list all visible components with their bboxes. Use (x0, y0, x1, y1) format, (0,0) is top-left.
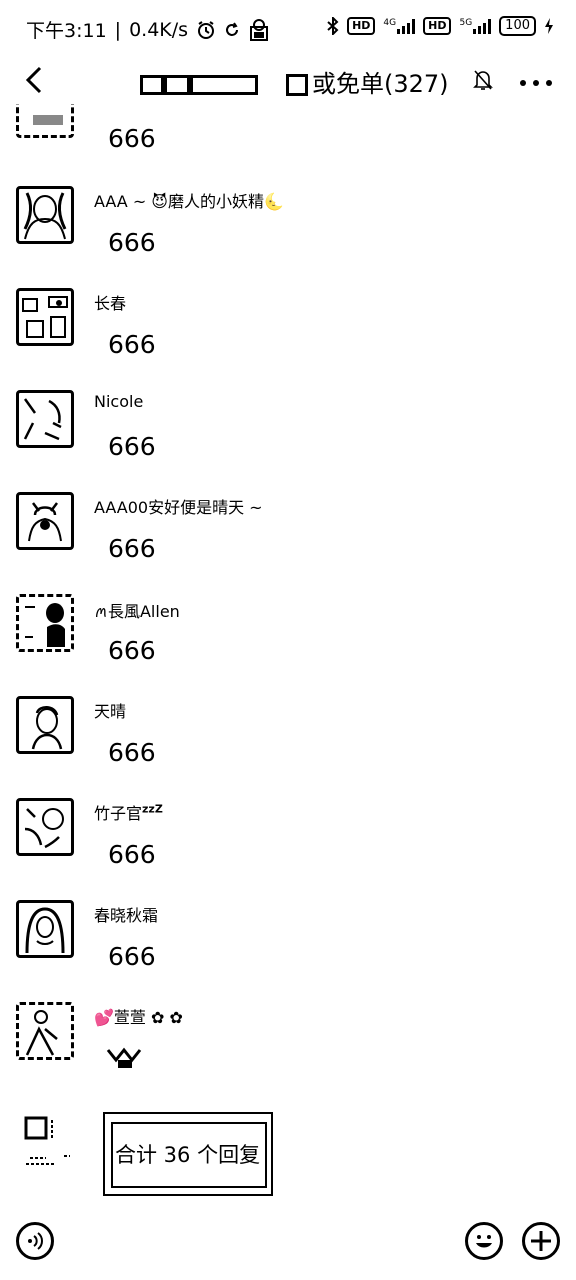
avatar[interactable] (16, 594, 74, 652)
page-title: 或免单(327) (312, 69, 449, 98)
redacted-block-1 (140, 75, 258, 95)
sender-name-main: 竹子官 (94, 804, 143, 823)
message-list[interactable]: 666 AAA ~ 😈磨人的小妖精🌜 666 长春 666 Nicole 666… (0, 104, 576, 1096)
avatar[interactable] (16, 1002, 74, 1060)
back-button[interactable] (18, 60, 54, 100)
sender-name: AAA ~ 😈磨人的小妖精🌜 (94, 192, 284, 211)
message-text: 666 (108, 330, 156, 359)
message-text: 666 (108, 636, 156, 665)
signal-bars-2-icon (473, 18, 492, 34)
message-item: 春晓秋霜 666 (0, 898, 576, 1000)
reply-count-label: 合计 36 个回复 (111, 1122, 267, 1188)
message-item: 长春 666 (0, 286, 576, 388)
emoji-button[interactable] (465, 1222, 503, 1260)
network-speed: 0.4K/s (129, 18, 189, 41)
avatar[interactable] (16, 104, 74, 138)
status-right: HD 4G HD 5G 100 (327, 16, 554, 36)
sender-name: 天晴 (94, 702, 127, 721)
signal-bars-1-icon (397, 18, 416, 34)
notification-app-icon (250, 18, 269, 41)
signal-1: 4G (383, 18, 416, 34)
redacted-block-2 (286, 74, 308, 96)
sender-name: 春晓秋霜 (94, 906, 159, 925)
message-text: 666 (108, 432, 156, 461)
reply-summary-row: 合计 36 个回复 (0, 1108, 576, 1198)
avatar[interactable] (16, 288, 74, 346)
status-left: 下午3:11 | 0.4K/s (26, 16, 270, 43)
avatar[interactable] (24, 1116, 74, 1172)
message-text: 666 (108, 534, 156, 563)
message-item: ꪔ長風Allen 666 (0, 592, 576, 694)
avatar[interactable] (16, 186, 74, 244)
message-item: 天晴 666 (0, 694, 576, 796)
avatar[interactable] (16, 696, 74, 754)
voice-icon (28, 1232, 43, 1250)
message-item: AAA ~ 😈磨人的小妖精🌜 666 (0, 184, 576, 286)
network-type-1: 4G (383, 18, 397, 28)
emoji-icon (476, 1235, 492, 1248)
alarm-icon (198, 20, 215, 39)
sender-name: ꪔ長風Allen (94, 602, 180, 621)
avatar[interactable] (16, 900, 74, 958)
group-title: 或免单(327) (140, 64, 449, 98)
message-text: 666 (108, 124, 156, 153)
reply-count-button[interactable]: 合计 36 个回复 (103, 1112, 273, 1196)
sender-name: AAA00安好便是晴天 ~ (94, 498, 263, 517)
message-item: Nicole 666 (0, 388, 576, 490)
message-text: 666 (108, 228, 156, 257)
message-text: 666 (108, 738, 156, 767)
bluetooth-icon (327, 17, 339, 35)
hd-badge-2: HD (423, 17, 452, 35)
message-item: AAA00安好便是晴天 ~ 666 (0, 490, 576, 592)
avatar[interactable] (16, 390, 74, 448)
status-separator: | (114, 18, 122, 41)
plus-icon (531, 1231, 551, 1251)
network-type-2: 5G (459, 18, 473, 28)
status-bar: 下午3:11 | 0.4K/s HD 4G HD 5G 100 (0, 0, 576, 56)
sticker-icon (106, 1047, 142, 1068)
sender-name: 竹子官zzZ (94, 800, 163, 824)
battery-level: 100 (499, 16, 536, 36)
add-button[interactable] (522, 1222, 560, 1260)
avatar[interactable] (16, 492, 74, 550)
sender-name: 💕萱萱 ✿ ✿ (94, 1008, 183, 1027)
message-item: 💕萱萱 ✿ ✿ (0, 1000, 576, 1096)
charging-icon (545, 18, 553, 34)
more-icon (520, 80, 552, 86)
sync-icon (226, 21, 239, 36)
bell-off-icon (473, 70, 493, 90)
more-button[interactable] (518, 74, 554, 86)
voice-button[interactable] (16, 1222, 54, 1260)
status-time: 下午3:11 (26, 20, 107, 42)
message-item: 竹子官zzZ 666 (0, 796, 576, 898)
signal-2: 5G (459, 18, 492, 34)
chevron-left-icon (25, 66, 42, 94)
sender-name: Nicole (94, 392, 144, 411)
sender-name-suffix: zzZ (142, 802, 163, 816)
avatar[interactable] (16, 798, 74, 856)
message-text: 666 (108, 840, 156, 869)
sender-name: 长春 (94, 294, 127, 313)
message-text: 666 (108, 942, 156, 971)
hd-badge-1: HD (347, 17, 376, 35)
nav-bar: 或免单(327) (0, 56, 576, 104)
input-bar (0, 1210, 576, 1274)
